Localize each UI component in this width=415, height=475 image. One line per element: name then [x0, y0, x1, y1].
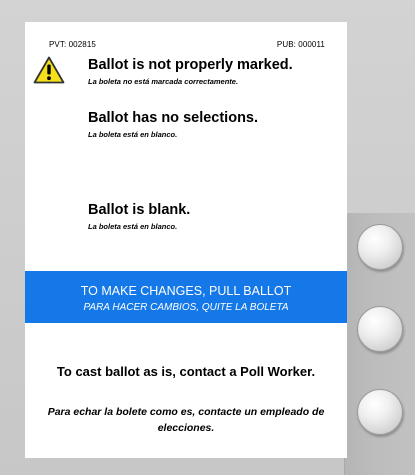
banner-main-text: TO MAKE CHANGES, PULL BALLOT	[80, 284, 292, 298]
hardware-button-middle[interactable]	[357, 306, 403, 352]
pub-counter: PUB: 000011	[276, 40, 325, 49]
hardware-button-bottom[interactable]	[357, 389, 403, 435]
voting-machine-bezel: PVT: 002815 PUB: 000011 Ballot is not pr…	[0, 0, 415, 475]
error-subtitle-no-selections: La boleta está en blanco.	[88, 130, 178, 139]
cast-instruction-spanish: Para echar la bolete como es, contacte u…	[47, 406, 325, 434]
error-title-blank: Ballot is blank.	[88, 202, 191, 218]
error-subtitle-not-marked: La boleta no está marcada correctamente.	[88, 77, 239, 86]
pvt-counter: PVT: 002815	[49, 40, 96, 49]
error-title-not-marked: Ballot is not properly marked.	[88, 57, 293, 73]
cast-instruction: To cast ballot as is, contact a Poll Wor…	[56, 364, 316, 379]
warning-icon	[33, 56, 65, 84]
error-subtitle-blank: La boleta está en blanco.	[88, 222, 178, 231]
ballot-screen: PVT: 002815 PUB: 000011 Ballot is not pr…	[25, 22, 347, 458]
error-title-no-selections: Ballot has no selections.	[88, 110, 259, 126]
hardware-button-top[interactable]	[357, 224, 403, 270]
pull-ballot-banner: TO MAKE CHANGES, PULL BALLOT PARA HACER …	[25, 271, 347, 323]
banner-sub-text: PARA HACER CAMBIOS, QUITE LA BOLETA	[83, 302, 289, 313]
